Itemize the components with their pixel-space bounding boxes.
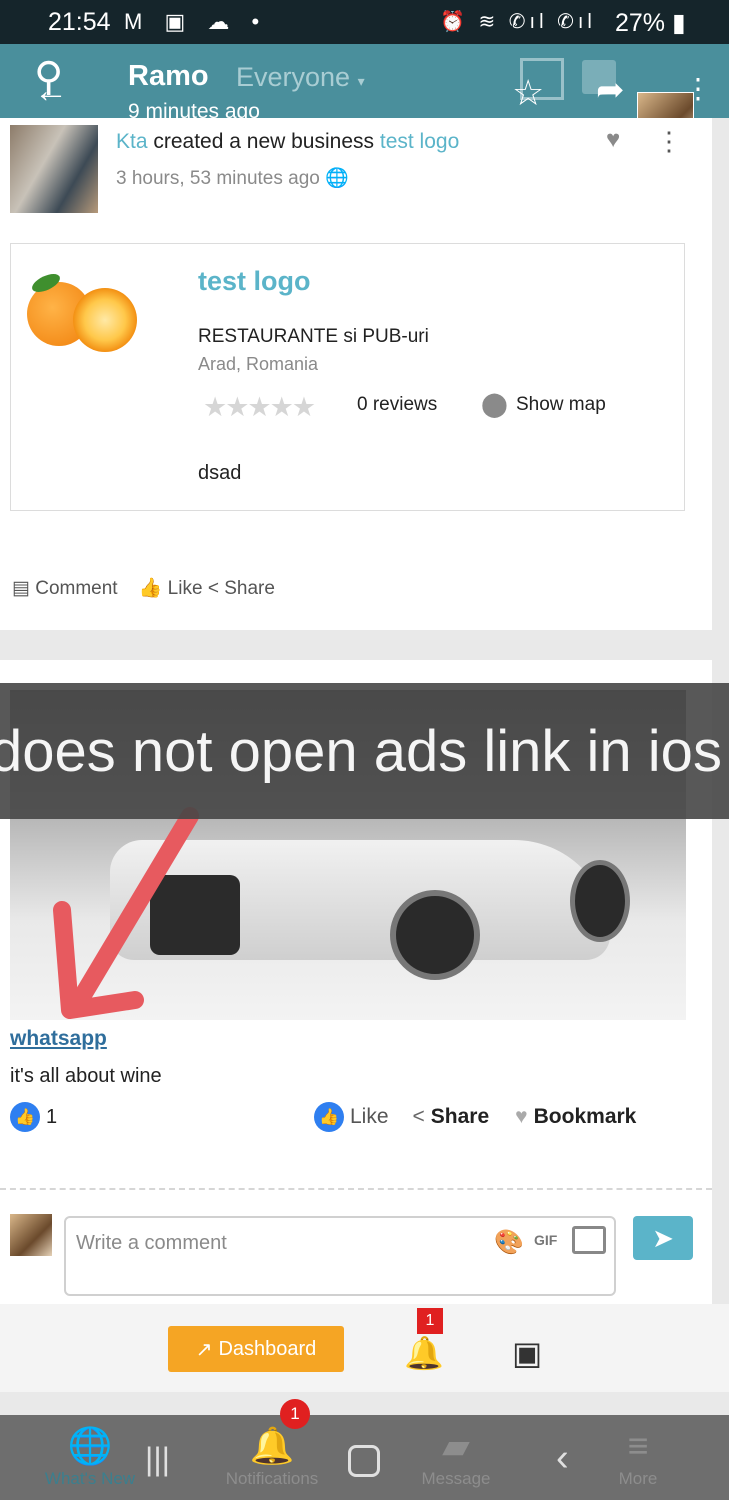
commenter-avatar [10,1214,52,1256]
share-icon: < [412,1105,425,1128]
like-badge-icon: 👍 [10,1102,40,1132]
business-location: Arad, Romania [198,354,319,374]
post-card-business: Kta created a new business test logo 3 h… [0,118,712,630]
post-timestamp: 3 hours, 53 minutes ago 🌐 [116,168,349,189]
trend-icon: ↗ [195,1338,213,1361]
audience-selector[interactable]: Everyone ▾ [236,62,365,93]
status-icons-right: ⏰ ≋ ✆ıl ✆ıl [440,11,596,33]
camera-icon[interactable] [572,1226,606,1254]
business-title[interactable]: test logo [198,266,311,297]
globe-icon: 🌐 [325,168,349,189]
business-category: RESTAURANTE si PUB-uri [198,326,429,347]
bell-icon: 🔔 [249,1425,295,1466]
comment-input[interactable]: Write a comment 🎨 GIF [64,1216,616,1296]
rating-stars: ★★★★★ [203,392,316,422]
status-time: 21:54 [48,8,111,36]
bell-icon[interactable]: 🔔 [404,1334,444,1372]
comment-icon: ▤ [12,578,30,599]
annotation-arrow [53,807,199,1019]
nav-message[interactable]: ▰ Message [396,1415,516,1489]
user-name[interactable]: Ramo [128,60,209,93]
home-button-icon[interactable] [348,1445,380,1477]
chat-icon[interactable]: ▣ [512,1334,542,1372]
comment-placeholder: Write a comment [76,1232,227,1254]
dashboard-button[interactable]: ↗ Dashboard [168,1326,344,1372]
ad-actions: 👍 Like < Share ♥ Bookmark [314,1102,636,1132]
notif-count-badge: 1 [417,1308,443,1334]
like-icon: 👍 [314,1102,344,1132]
back-arrow-icon[interactable]: ← [34,72,68,111]
recent-apps-icon[interactable]: ||| [145,1441,170,1478]
divider [0,1188,712,1190]
post-headline: Kta created a new business test logo [116,130,459,154]
status-bar: 21:54 M ▣ ☁ • ⏰ ≋ ✆ıl ✆ıl 27% ▮ [0,0,729,44]
status-icons-left: M ▣ ☁ • [124,9,268,34]
back-button-icon[interactable]: ‹ [556,1437,569,1480]
menu-icon: ≡ [627,1425,649,1466]
overlay-caption: does not open ads link in ios [0,683,729,819]
app-header: ⚲ ← Ramo Everyone ▾ 9 minutes ago ☆ ➦ ⋮ [0,44,729,150]
ad-like-button[interactable]: Like [350,1105,389,1129]
nav-notif-badge: 1 [280,1399,310,1429]
business-description: dsad [198,462,242,484]
ad-share-button[interactable]: Share [431,1105,489,1129]
author-avatar[interactable] [10,125,98,213]
nav-more[interactable]: ≡ More [578,1415,698,1489]
post-actions: ▤ Comment 👍 Like < Share [12,576,275,600]
message-icon: ▰ [442,1425,470,1466]
reviews-count[interactable]: 0 reviews [357,394,437,416]
like-thumb-icon: 👍 [138,578,163,599]
palette-icon[interactable]: 🎨 [494,1228,524,1257]
globe-icon: 🌐 [67,1425,113,1466]
share-arrow-icon[interactable]: ➦ [596,70,625,110]
share-button[interactable]: Share [224,578,275,599]
share-icon: < [207,578,219,599]
bookmark-button[interactable]: Bookmark [534,1105,637,1129]
bottom-action-bar: ↗ Dashboard 🔔 1 ▣ [0,1304,729,1392]
like-button[interactable]: Like [168,578,203,599]
star-icon[interactable]: ☆ [512,72,544,114]
business-logo [27,270,137,358]
post-menu-icon[interactable]: ⋮ [656,126,682,157]
gif-button[interactable]: GIF [534,1232,557,1248]
business-box[interactable]: test logo RESTAURANTE si PUB-uri Arad, R… [10,243,685,511]
comment-button[interactable]: Comment [35,578,117,599]
author-link[interactable]: Kta [116,130,148,153]
bottom-nav: 🌐 What's New ||| 🔔 Notifications 1 ▰ Messag… [0,1399,729,1500]
ad-caption: it's all about wine [10,1065,162,1087]
send-button[interactable]: ➤ [633,1216,693,1260]
action-text: created a new business [153,130,375,153]
more-vert-icon[interactable]: ⋮ [684,72,712,105]
heart-icon[interactable]: ♥ [606,126,620,154]
business-link[interactable]: test logo [380,130,459,153]
ad-link[interactable]: whatsapp [10,1027,107,1051]
battery-level: 27% ▮ [615,9,686,37]
bookmark-heart-icon: ♥ [515,1105,528,1128]
nav-notifications[interactable]: 🔔 Notifications [212,1415,332,1489]
nav-whats-new[interactable]: 🌐 What's New [30,1415,150,1489]
show-map-link[interactable]: Show map [516,394,606,416]
like-count[interactable]: 👍 1 [10,1102,57,1132]
map-pin-icon: ⬤ [481,391,508,418]
